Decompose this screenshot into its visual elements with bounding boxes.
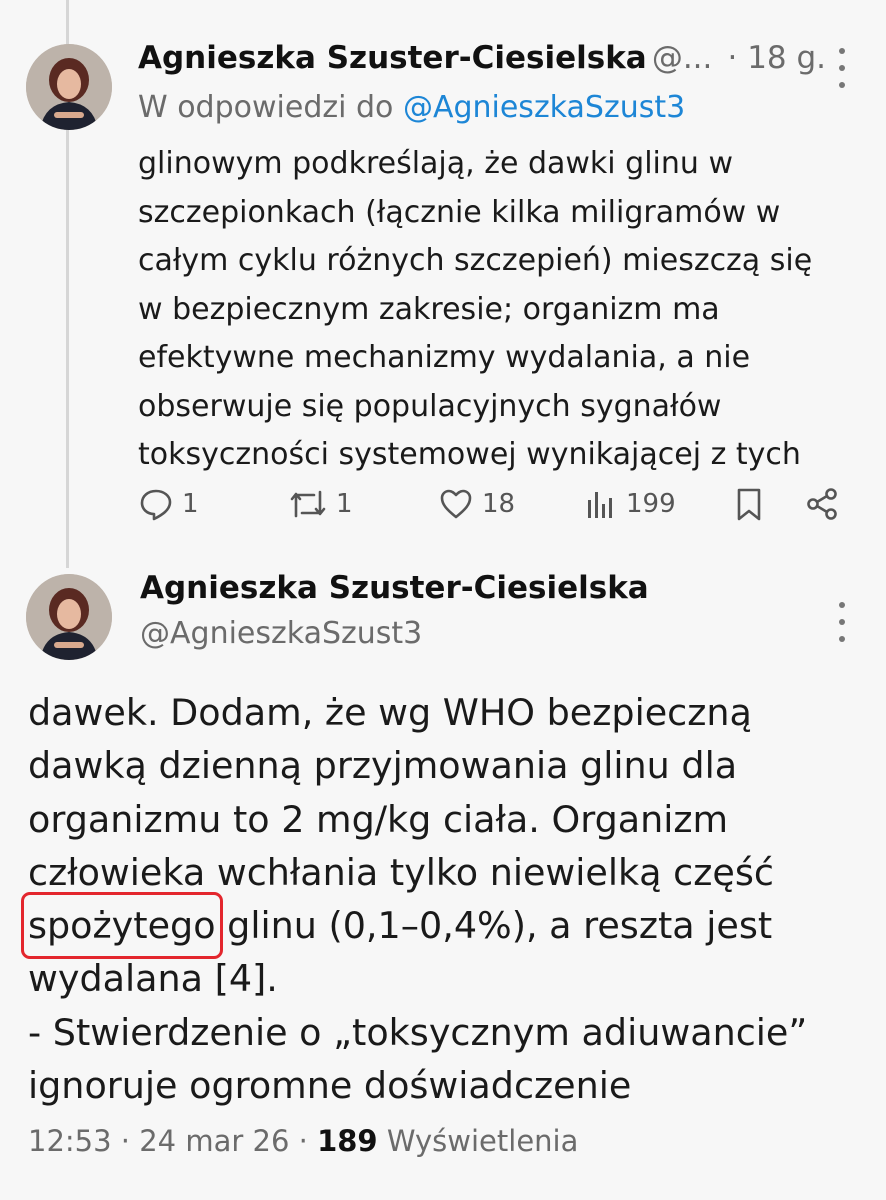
tweet2-line-rest: glinu (0,1–0,4%), a reszta jest <box>215 904 773 948</box>
author-handle[interactable]: @... <box>652 40 713 76</box>
like-icon <box>440 489 472 519</box>
tweet1-line: glinowym podkreślają, że dawki glinu w <box>138 146 733 181</box>
like-button[interactable]: 18 <box>438 482 515 526</box>
views-count: 199 <box>626 489 676 519</box>
tweet1-header: Agnieszka Szuster-Ciesielska @... · 18 g… <box>138 40 838 84</box>
more-options-icon[interactable] <box>836 602 848 642</box>
tweet-timestamp[interactable]: · 18 g. <box>727 40 826 76</box>
avatar[interactable] <box>26 44 112 130</box>
post-timestamp[interactable]: 12:53 · 24 mar 26 · <box>28 1124 317 1158</box>
author-name[interactable]: Agnieszka Szuster-Ciesielska <box>138 40 647 76</box>
repost-button[interactable]: 1 <box>288 482 353 526</box>
repost-icon <box>290 490 326 518</box>
views-button[interactable]: 199 <box>584 482 676 526</box>
share-button[interactable] <box>804 482 840 526</box>
tweet2-highlight-line: spożytego glinu (0,1–0,4%), a reszta jes… <box>21 892 868 960</box>
reply-button[interactable]: 1 <box>138 482 199 526</box>
share-icon <box>807 488 837 520</box>
avatar-photo <box>26 574 112 660</box>
tweet2-line: człowieka wchłania tylko niewielką część <box>28 850 774 894</box>
author-name[interactable]: Agnieszka Szuster-Ciesielska <box>140 570 649 606</box>
tweet2-line: ignoruje ogromne doświadczenie <box>28 1064 632 1108</box>
author-handle[interactable]: @AgnieszkaSzust3 <box>140 616 422 651</box>
tweet2-line: organizmu to 2 mg/kg ciała. Organizm <box>28 797 729 841</box>
reply-handle-link[interactable]: @AgnieszkaSzust3 <box>403 90 685 125</box>
views-icon <box>588 492 612 518</box>
tweet2-line: wydalana [4]. <box>28 957 278 1001</box>
tweet1-body: glinowym podkreślają, że dawki glinu w s… <box>138 140 858 480</box>
reply-icon <box>140 489 172 521</box>
avatar-photo <box>26 44 112 130</box>
bookmark-button[interactable] <box>734 482 764 526</box>
repost-count: 1 <box>336 489 353 519</box>
tweet2-line: dawką dzienną przyjmowania glinu dla <box>28 744 738 788</box>
tweet1-line: efektywne mechanizmy wydalania, a nie <box>138 340 751 375</box>
views-count: 189 <box>317 1124 378 1158</box>
more-options-icon[interactable] <box>836 48 848 88</box>
reply-prefix: W odpowiedzi do <box>138 90 394 125</box>
tweet1-line: szczepionkach (łącznie kilka miligramów … <box>138 194 781 230</box>
views-label: Wyświetlenia <box>377 1124 579 1158</box>
avatar[interactable] <box>26 574 112 660</box>
tweet-meta-footer: 12:53 · 24 mar 26 · 189 Wyświetlenia <box>28 1124 578 1158</box>
tweet2-line: dawek. Dodam, że wg WHO bezpieczną <box>28 691 752 734</box>
tweet2-body: dawek. Dodam, że wg WHO bezpieczną dawką… <box>21 686 868 1112</box>
like-count: 18 <box>482 489 516 519</box>
reply-count: 1 <box>182 489 199 519</box>
tweet1-line: toksyczności systemowej wynikającej z ty… <box>138 437 801 472</box>
tweet1-line: obserwuje się populacyjnych sygnałów <box>138 388 722 424</box>
highlighted-word-box: spożytego <box>21 892 223 960</box>
tweet1-action-bar: 1 1 18 199 <box>138 482 858 526</box>
bookmark-icon <box>737 488 761 521</box>
tweet1-line: w bezpiecznym zakresie; organizm ma <box>138 291 720 327</box>
reply-context: W odpowiedzi do @AgnieszkaSzust3 <box>138 90 685 125</box>
tweet1-line: całym cyklu różnych szczepień) mieszczą … <box>138 243 813 278</box>
tweet2-line: - Stwierdzenie o „toksycznym adiuwancie” <box>28 1010 808 1054</box>
